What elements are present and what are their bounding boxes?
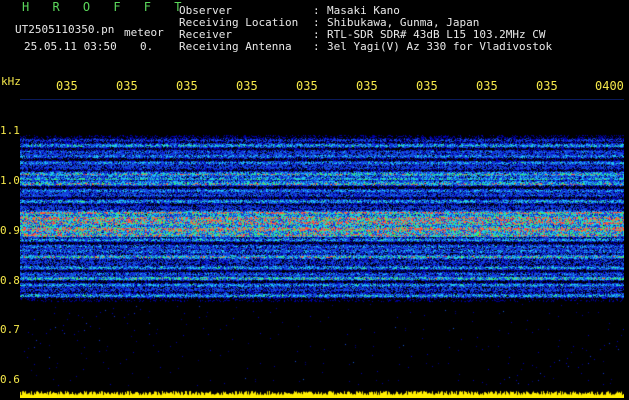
receiver-label: Receiver — [179, 28, 232, 41]
location-value: Shibukawa, Gunma, Japan — [327, 16, 480, 29]
y-tick-label: 0.7 — [0, 323, 20, 336]
y-tick-label: 0.9 — [0, 224, 20, 237]
x-tick-label: 035 — [236, 80, 258, 92]
y-axis-unit: kHz — [1, 75, 21, 88]
x-tick-label: 035 — [116, 80, 138, 92]
y-tick-label: 0.6 — [0, 373, 20, 386]
y-tick-label: 1.0 — [0, 174, 20, 187]
event-counter: 0. — [140, 40, 154, 53]
antenna-value: 3el Yagi(V) Az 330 for Vladivostok — [327, 40, 553, 53]
receiver-value: RTL-SDR SDR# 43dB L15 103.2MHz CW — [327, 28, 546, 41]
observer-separator: : — [313, 4, 320, 17]
app-brand: H R O F F T — [22, 0, 190, 14]
file-name: UT2505110350.pn — [15, 23, 115, 36]
x-tick-label: 0400 — [595, 80, 624, 92]
observer-value: Masaki Kano — [327, 4, 400, 17]
antenna-separator: : — [313, 40, 320, 53]
x-tick-label: 035 — [176, 80, 198, 92]
observation-datetime: 25.05.11 03:50 — [24, 40, 117, 53]
antenna-label: Receiving Antenna — [179, 40, 292, 53]
location-label: Receiving Location — [179, 16, 299, 29]
y-tick-label: 1.1 — [0, 124, 20, 137]
x-tick-label: 035 — [56, 80, 78, 92]
y-tick-label: 0.8 — [0, 274, 20, 287]
observer-label: Observer — [179, 4, 232, 17]
receiver-separator: : — [313, 28, 320, 41]
hrofft-spectrogram-window: H R O F F T UT2505110350.pn meteor 25.05… — [0, 0, 629, 400]
spectrogram-plot — [20, 98, 624, 398]
event-tag: meteor — [124, 26, 164, 39]
x-tick-label: 035 — [416, 80, 438, 92]
location-separator: : — [313, 16, 320, 29]
x-tick-label: 035 — [476, 80, 498, 92]
x-tick-label: 035 — [296, 80, 318, 92]
x-tick-label: 035 — [536, 80, 558, 92]
x-tick-label: 035 — [356, 80, 378, 92]
